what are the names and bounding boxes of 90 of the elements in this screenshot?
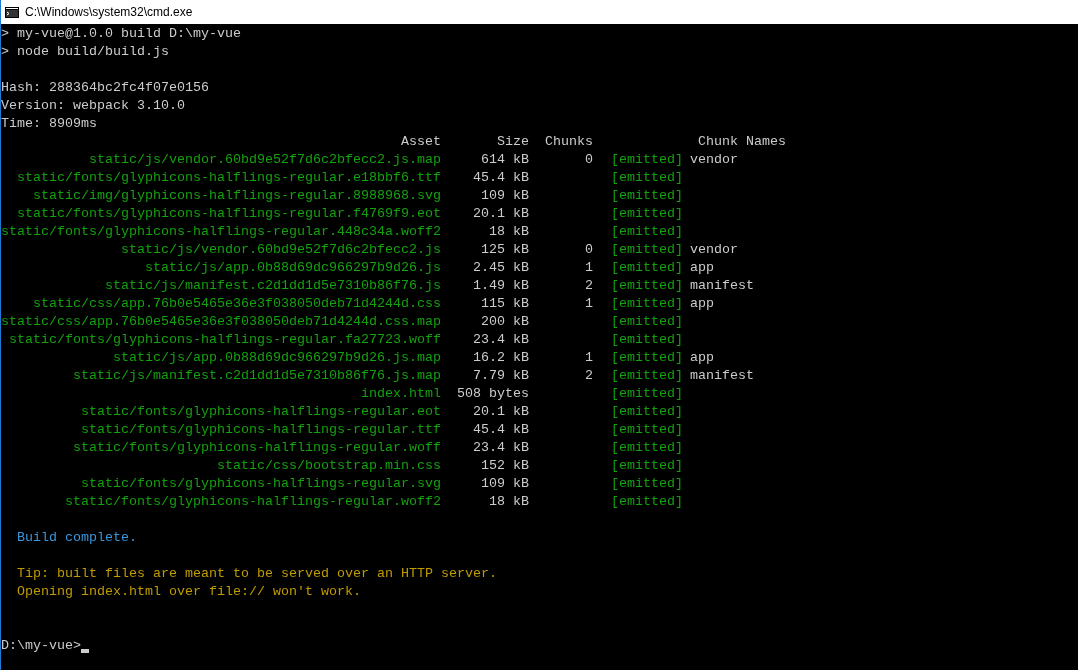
asset-size: 508 bytes [456,385,529,403]
asset-size: 23.4 kB [472,331,529,349]
asset-path: static/js/app.0b88d69dc966297b9d26.js.map [112,349,441,367]
chunk-name: vendor [690,151,738,169]
build-message: Build complete. [17,529,137,547]
column-header: Chunks [544,133,593,151]
asset-size: 152 kB [480,457,529,475]
asset-size: 2.45 kB [472,259,529,277]
asset-path: static/img/glyphicons-halflings-regular.8988968.svg [32,187,441,205]
asset-path: static/fonts/glyphicons-halflings-regular.svg [80,475,441,493]
asset-path: static/fonts/glyphicons-halflings-regular.f4769f9.eot [16,205,441,223]
emitted-status: [emitted] [611,422,683,437]
command-line: > node build/build.js [1,43,169,61]
asset-path: static/fonts/glyphicons-halflings-regular.448c34a.woff2 [1,223,441,241]
asset-path: static/js/manifest.c2d1dd1d5e7310b86f76.js [104,277,441,295]
build-message: Tip: built files are meant to be served over an HTTP server. [17,565,497,583]
command-line: > my-vue@1.0.0 build D:\my-vue [1,25,241,43]
emitted-status: [emitted] [611,368,683,383]
emitted-status: [emitted] [611,296,683,311]
asset-size: 20.1 kB [472,205,529,223]
chunk-name: app [690,259,714,277]
asset-size: 20.1 kB [472,403,529,421]
chunk-name: app [690,295,714,313]
chunk-id: 2 [585,278,593,293]
emitted-status: [emitted] [611,224,683,239]
column-header: Chunk Names [698,133,786,151]
column-header: Asset [400,133,441,151]
asset-size: 109 kB [480,475,529,493]
column-header: Size [496,133,529,151]
asset-path: static/fonts/glyphicons-halflings-regular.eot [80,403,441,421]
cursor-icon [81,649,89,653]
emitted-status: [emitted] [611,314,683,329]
asset-path: static/fonts/glyphicons-halflings-regular.woff2 [64,493,441,511]
asset-size: 23.4 kB [472,439,529,457]
build-stat: Version: webpack 3.10.0 [1,97,185,115]
asset-path: static/css/bootstrap.min.css [216,457,441,475]
asset-size: 45.4 kB [472,421,529,439]
emitted-status: [emitted] [611,206,683,221]
emitted-status: [emitted] [611,404,683,419]
emitted-status: [emitted] [611,494,683,509]
asset-size: 115 kB [480,295,529,313]
emitted-status: [emitted] [611,476,683,491]
emitted-status: [emitted] [611,440,683,455]
asset-size: 18 kB [488,223,529,241]
asset-size: 614 kB [480,151,529,169]
asset-path: static/fonts/glyphicons-halflings-regular.woff [72,439,441,457]
asset-size: 45.4 kB [472,169,529,187]
chunk-name: app [690,349,714,367]
chunk-name: manifest [690,367,754,385]
emitted-status: [emitted] [611,332,683,347]
asset-size: 18 kB [488,493,529,511]
emitted-status: [emitted] [611,278,683,293]
chunk-id: 0 [585,152,593,167]
asset-path: static/js/manifest.c2d1dd1d5e7310b86f76.js.map [72,367,441,385]
asset-path: index.html [360,385,441,403]
asset-path: static/js/app.0b88d69dc966297b9d26.js [144,259,441,277]
emitted-status: [emitted] [611,170,683,185]
build-stat: Hash: 288364bc2fc4f07e0156 [1,79,209,97]
chunk-name: vendor [690,241,738,259]
emitted-status: [emitted] [611,386,683,401]
asset-path: static/fonts/glyphicons-halflings-regular.ttf [80,421,441,439]
terminal-icon [5,6,19,18]
emitted-status: [emitted] [611,260,683,275]
emitted-status: [emitted] [611,242,683,257]
asset-path: static/css/app.76b0e5465e36e3f038050deb71d4244d.css [32,295,441,313]
asset-path: static/js/vendor.60bd9e52f7d6c2bfecc2.js.map [88,151,441,169]
build-message: Opening index.html over file:// won't work. [17,583,361,601]
emitted-status: [emitted] [611,350,683,365]
prompt: D:\my-vue> [1,637,81,655]
asset-size: 125 kB [480,241,529,259]
asset-size: 109 kB [480,187,529,205]
emitted-status: [emitted] [611,152,683,167]
asset-size: 16.2 kB [472,349,529,367]
asset-size: 1.49 kB [472,277,529,295]
asset-path: static/js/vendor.60bd9e52f7d6c2bfecc2.js [120,241,441,259]
asset-path: static/css/app.76b0e5465e36e3f038050deb71d4244d.css.map [1,313,441,331]
chunk-id: 1 [585,260,593,275]
asset-size: 7.79 kB [472,367,529,385]
chunk-id: 0 [585,242,593,257]
chunk-name: manifest [690,277,754,295]
asset-size: 200 kB [480,313,529,331]
emitted-status: [emitted] [611,458,683,473]
asset-path: static/fonts/glyphicons-halflings-regular.e18bbf6.ttf [16,169,441,187]
build-stat: Time: 8909ms [1,115,97,133]
chunk-id: 2 [585,368,593,383]
chunk-id: 1 [585,350,593,365]
emitted-status: [emitted] [611,188,683,203]
chunk-id: 1 [585,296,593,311]
asset-path: static/fonts/glyphicons-halflings-regular.fa27723.woff [8,331,441,349]
window-title: C:\Windows\system32\cmd.exe [25,4,193,21]
